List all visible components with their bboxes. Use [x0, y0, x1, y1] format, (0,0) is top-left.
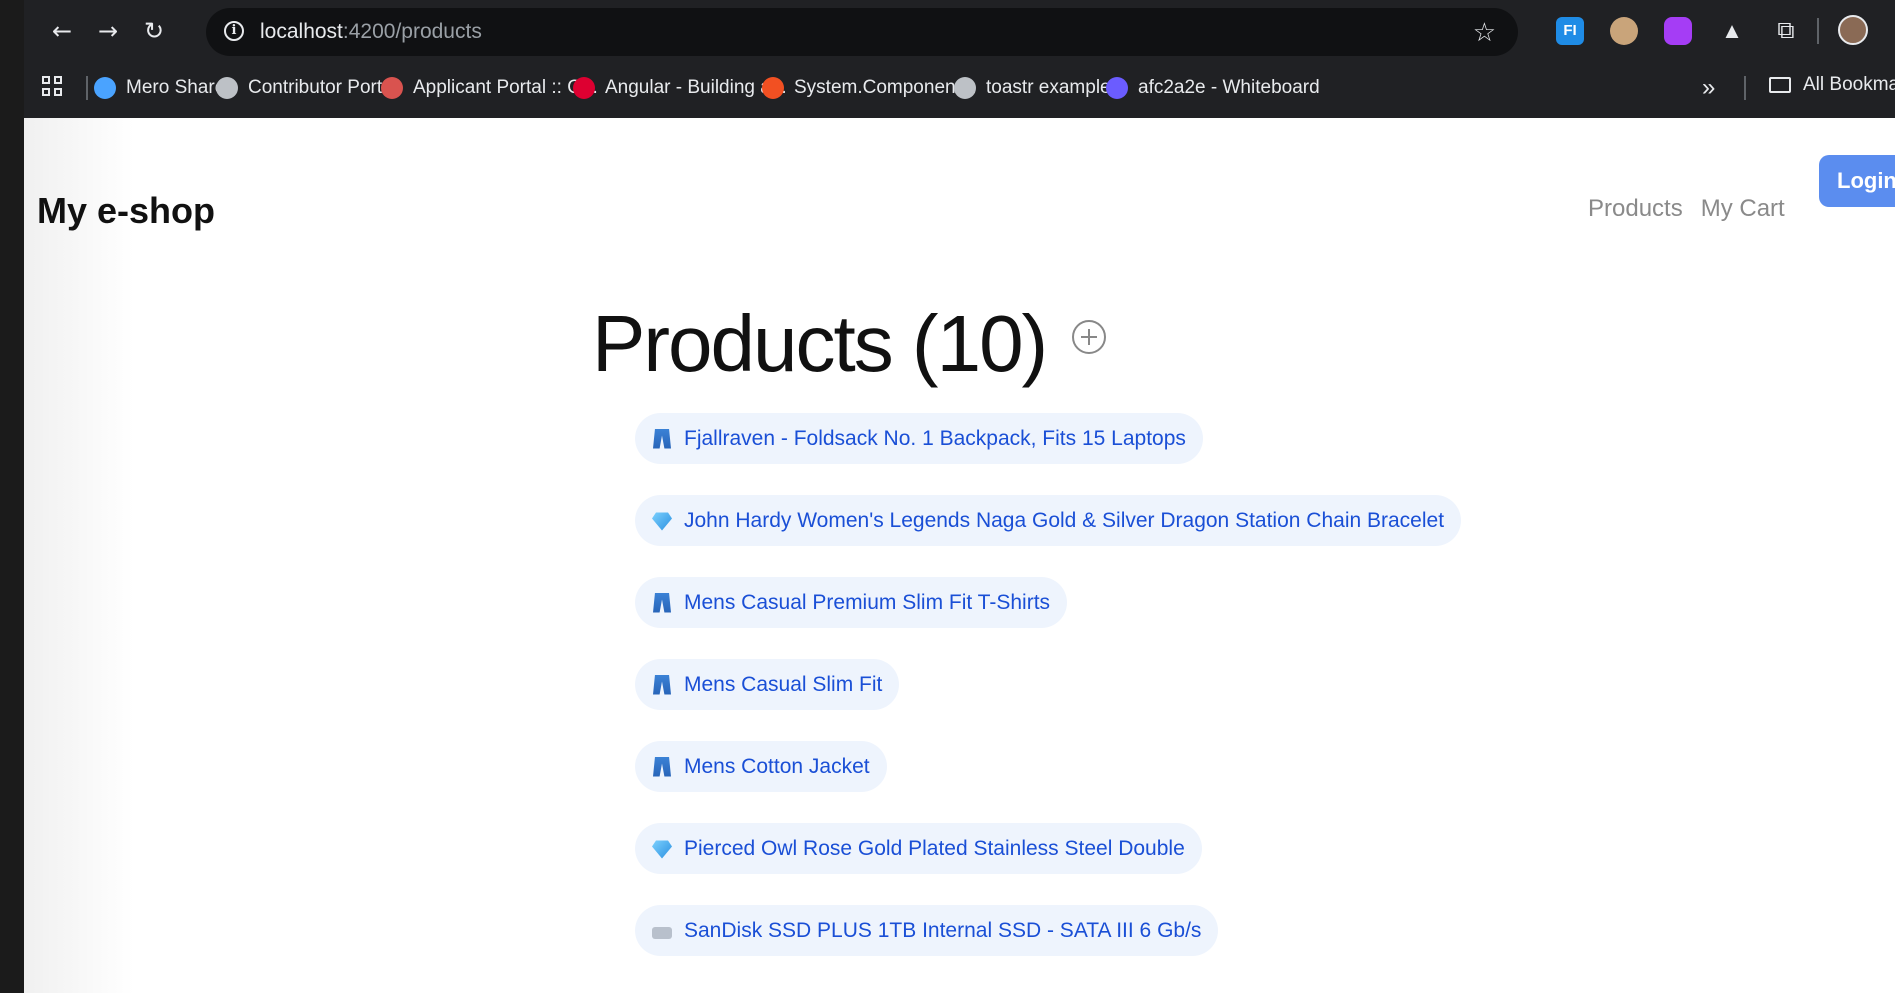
keyboard-icon	[652, 926, 672, 939]
browser-chrome: ← → ↻ i localhost:4200/products ☆ FI ▲ ⧉…	[24, 0, 1895, 118]
add-product-icon[interactable]	[1072, 320, 1107, 354]
purple-extension-icon[interactable]	[1664, 17, 1692, 45]
bookmark-label: Applicant Portal :: O...	[413, 77, 598, 98]
product-list-item: Fjallraven - Foldsack No. 1 Backpack, Fi…	[635, 413, 1461, 464]
back-icon[interactable]: ←	[46, 15, 78, 47]
product-list-item: Mens Casual Slim Fit	[635, 659, 1461, 710]
globe-icon	[954, 77, 976, 99]
meroshare-icon	[94, 77, 116, 99]
bookmark-item[interactable]: System.Component...	[762, 74, 977, 102]
site-info-icon[interactable]: i	[224, 21, 244, 41]
product-name: Mens Cotton Jacket	[684, 754, 870, 778]
product-link[interactable]: Mens Casual Premium Slim Fit T-Shirts	[635, 577, 1068, 628]
more-bookmarks-icon[interactable]: »	[1702, 74, 1715, 102]
product-name: Fjallraven - Foldsack No. 1 Backpack, Fi…	[684, 426, 1186, 450]
toolbar-divider	[1817, 18, 1819, 44]
bookmark-label: toastr examples	[986, 77, 1121, 98]
product-link[interactable]: Mens Cotton Jacket	[635, 741, 887, 792]
product-link[interactable]: Fjallraven - Foldsack No. 1 Backpack, Fi…	[635, 413, 1203, 464]
bookmark-label: System.Component...	[794, 77, 977, 98]
products-heading-row: Products (10)	[592, 298, 1107, 390]
all-bookmarks-button[interactable]: All Bookma	[1769, 74, 1895, 96]
login-button[interactable]: Login	[1819, 155, 1895, 207]
jeans-icon	[653, 428, 671, 449]
bookmark-label: Angular - Building a...	[605, 77, 787, 98]
url-host: localhost	[260, 20, 343, 43]
gem-icon	[652, 512, 672, 531]
product-list-item: Mens Cotton Jacket	[635, 741, 1461, 792]
browser-toolbar: ← → ↻ i localhost:4200/products ☆ FI ▲ ⧉	[24, 0, 1895, 62]
nav-products-link[interactable]: Products	[1588, 195, 1683, 223]
nav-my-cart-link[interactable]: My Cart	[1701, 195, 1785, 223]
angular-devtools-icon[interactable]: ▲	[1718, 17, 1746, 45]
product-name: SanDisk SSD PLUS 1TB Internal SSD - SATA…	[684, 918, 1202, 942]
product-name: John Hardy Women's Legends Naga Gold & S…	[684, 508, 1445, 532]
product-name: Mens Casual Slim Fit	[684, 672, 883, 696]
product-list-item: SanDisk SSD PLUS 1TB Internal SSD - SATA…	[635, 905, 1461, 956]
bookmark-star-icon[interactable]: ☆	[1473, 17, 1496, 48]
product-link[interactable]: Pierced Owl Rose Gold Plated Stainless S…	[635, 823, 1202, 874]
product-list-item: John Hardy Women's Legends Naga Gold & S…	[635, 495, 1462, 546]
all-bookmarks-label: All Bookma	[1803, 74, 1895, 95]
bookmark-item[interactable]: Applicant Portal :: O...	[381, 74, 598, 102]
product-name: Pierced Owl Rose Gold Plated Stainless S…	[684, 836, 1185, 860]
product-list-item: Mens Casual Premium Slim Fit T-Shirts	[635, 577, 1461, 628]
globe-icon	[216, 77, 238, 99]
profile-avatar[interactable]	[1838, 15, 1868, 45]
bookmarks-bar: Mero Share Contributor Portal Applicant Po…	[24, 66, 1895, 108]
bookmark-item[interactable]: Mero Share	[94, 74, 225, 102]
forward-icon[interactable]: →	[92, 15, 124, 47]
bookmark-label: Mero Share	[126, 77, 226, 98]
reload-icon[interactable]: ↻	[138, 15, 170, 47]
product-name: Mens Casual Premium Slim Fit T-Shirts	[684, 590, 1051, 614]
product-link[interactable]: SanDisk SSD PLUS 1TB Internal SSD - SATA…	[635, 905, 1219, 956]
bookmarks-divider	[86, 76, 88, 100]
owl-extension-icon[interactable]	[1610, 17, 1638, 45]
folder-icon	[1769, 77, 1791, 93]
product-list: Fjallraven - Foldsack No. 1 Backpack, Fi…	[635, 413, 1462, 987]
brand-title[interactable]: My e-shop	[37, 190, 215, 232]
applicant-portal-icon	[381, 77, 403, 99]
top-nav: Products My Cart	[1588, 195, 1785, 223]
bookmark-item[interactable]: Angular - Building a...	[573, 74, 787, 102]
product-link[interactable]: John Hardy Women's Legends Naga Gold & S…	[635, 495, 1462, 546]
product-list-item: Pierced Owl Rose Gold Plated Stainless S…	[635, 823, 1461, 874]
fi-extension-icon[interactable]: FI	[1556, 17, 1584, 45]
bookmarks-divider	[1744, 76, 1746, 100]
bookmark-item[interactable]: Contributor Portal	[216, 74, 397, 102]
product-link[interactable]: Mens Casual Slim Fit	[635, 659, 900, 710]
jeans-icon	[653, 756, 671, 777]
url-text[interactable]: localhost:4200/products	[260, 20, 482, 44]
whiteboard-icon	[1106, 77, 1128, 99]
bookmark-item[interactable]: toastr examples	[954, 74, 1120, 102]
microsoft-icon	[762, 77, 784, 99]
bookmark-label: Contributor Portal	[248, 77, 397, 98]
jeans-icon	[653, 592, 671, 613]
extensions-puzzle-icon[interactable]: ⧉	[1772, 17, 1800, 45]
window-edge	[0, 0, 24, 993]
page-title: Products (10)	[592, 299, 1048, 388]
url-path: :4200/products	[342, 20, 482, 43]
gem-icon	[652, 840, 672, 859]
bookmark-item[interactable]: afc2a2e - Whiteboard	[1106, 74, 1320, 102]
jeans-icon	[653, 674, 671, 695]
apps-grid-icon[interactable]	[42, 76, 64, 98]
angular-icon	[573, 77, 595, 99]
app-page: My e-shop Products My Cart Login Product…	[24, 118, 1895, 993]
bookmark-label: afc2a2e - Whiteboard	[1138, 77, 1320, 98]
address-bar[interactable]: i localhost:4200/products ☆	[206, 8, 1518, 56]
